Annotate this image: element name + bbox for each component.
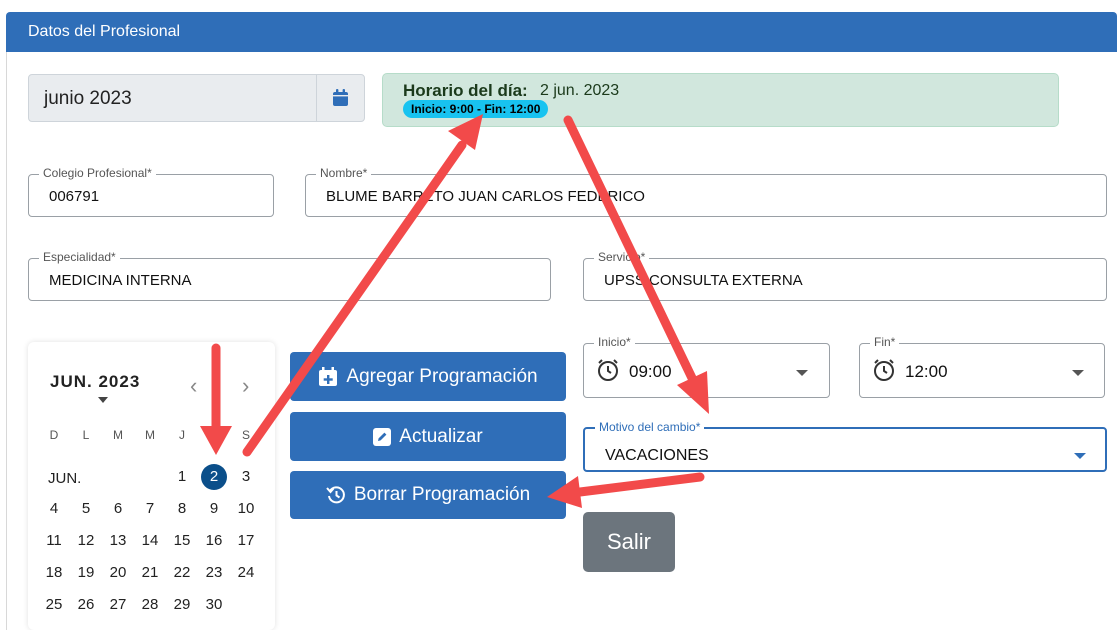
colegio-field[interactable]: Colegio Profesional* 006791 [28,166,274,217]
calendar-day[interactable]: 12 [73,528,99,554]
calendar-next-button[interactable]: › [242,375,249,397]
calendar-day[interactable]: 10 [233,496,259,522]
clock-icon [598,359,618,381]
calendar-day-selected[interactable]: 2 [201,464,227,490]
motivo-select[interactable]: Motivo del cambio* VACACIONES [583,420,1107,472]
month-picker[interactable]: junio 2023 [28,74,365,122]
schedule-hours-badge: Inicio: 9:00 - Fin: 12:00 [403,100,549,118]
calendar-day[interactable]: 26 [73,592,99,618]
calendar-day[interactable]: 4 [41,496,67,522]
calendar-day[interactable]: 18 [41,560,67,586]
calendar-day[interactable]: 28 [137,592,163,618]
motivo-label: Motivo del cambio* [595,420,705,434]
weekday-label: D [49,428,59,442]
schedule-date: 2 jun. 2023 [540,82,620,99]
nombre-value: BLUME BARRETO JUAN CARLOS FEDERICO [326,188,645,205]
weekday-label: M [145,428,155,442]
calendar-day[interactable]: 19 [73,560,99,586]
month-picker-button[interactable] [316,75,364,121]
weekday-label: V [209,428,218,442]
chevron-down-icon [1072,370,1084,376]
clock-icon [874,359,894,381]
calendar-day[interactable]: 6 [105,496,131,522]
delete-schedule-button[interactable]: Borrar Programación [290,471,566,519]
calendar-day[interactable]: 16 [201,528,227,554]
calendar-day[interactable]: 1 [169,464,195,490]
form-header-title: Datos del Profesional [28,23,181,40]
exit-label: Salir [606,529,651,554]
calendar-day[interactable]: 14 [137,528,163,554]
exit-button[interactable]: Salir [583,512,675,572]
motivo-value: VACACIONES [605,447,709,464]
delete-schedule-label: Borrar Programación [353,484,531,505]
fin-label: Fin* [870,335,900,349]
calendar-day[interactable]: 9 [201,496,227,522]
calendar-day[interactable]: 8 [169,496,195,522]
calendar-day[interactable]: 3 [233,464,259,490]
servicio-value: UPSS CONSULTA EXTERNA [604,272,803,289]
especialidad-value: MEDICINA INTERNA [49,272,192,289]
calendar-day[interactable]: 11 [41,528,67,554]
calendar-plus-icon [319,366,338,386]
calendar-day[interactable]: 17 [233,528,259,554]
inicio-select[interactable]: Inicio* 09:00 [583,335,830,398]
calendar-caret-icon[interactable] [98,397,108,403]
weekday-label: M [113,428,123,442]
calendar-day[interactable]: 30 [201,592,227,618]
nombre-label: Nombre* [316,166,372,180]
history-icon [326,486,345,504]
calendar-day[interactable]: 22 [169,560,195,586]
servicio-label: Servicio* [594,250,650,264]
chevron-down-icon [1074,453,1086,459]
calendar-day[interactable]: 25 [41,592,67,618]
colegio-value: 006791 [49,188,100,205]
nombre-field[interactable]: Nombre* BLUME BARRETO JUAN CARLOS FEDERI… [305,166,1107,217]
calendar-month-label: JUN. [48,470,82,487]
calendar-day[interactable]: 23 [201,560,227,586]
inicio-label: Inicio* [594,335,635,349]
calendar-day[interactable]: 13 [105,528,131,554]
especialidad-field[interactable]: Especialidad* MEDICINA INTERNA [28,250,551,301]
calendar-day[interactable]: 29 [169,592,195,618]
colegio-label: Colegio Profesional* [39,166,156,180]
calendar-day[interactable]: 20 [105,560,131,586]
update-button[interactable]: Actualizar [290,412,566,461]
especialidad-label: Especialidad* [39,250,120,264]
schedule-info: Horario del día: 2 jun. 2023 Inicio: 9:0… [382,73,1059,127]
calendar-day[interactable]: 27 [105,592,131,618]
calendar-day[interactable]: 24 [233,560,259,586]
calendar-day[interactable]: 7 [137,496,163,522]
calendar-title[interactable]: JUN. 2023 [50,372,140,392]
calendar: JUN. 2023 ‹ › D L M M J V S JUN. 1 2 3 4… [28,342,275,630]
form-header: Datos del Profesional [6,12,1117,52]
calendar-day[interactable]: 21 [137,560,163,586]
weekday-label: J [179,428,185,442]
fin-value: 12:00 [905,362,948,381]
fin-select[interactable]: Fin* 12:00 [859,335,1105,398]
edit-icon [373,427,392,446]
update-label: Actualizar [399,425,483,447]
servicio-field[interactable]: Servicio* UPSS CONSULTA EXTERNA [583,250,1107,301]
add-schedule-label: Agregar Programación [346,365,538,387]
weekday-label: L [82,428,90,442]
schedule-label: Horario del día: [403,81,528,100]
weekday-label: S [241,428,250,442]
inicio-value: 09:00 [629,362,672,381]
month-picker-value: junio 2023 [44,88,132,109]
calendar-day[interactable]: 5 [73,496,99,522]
calendar-prev-button[interactable]: ‹ [190,375,197,397]
add-schedule-button[interactable]: Agregar Programación [290,352,566,401]
chevron-down-icon [796,370,808,376]
calendar-day[interactable]: 15 [169,528,195,554]
calendar-icon [333,89,348,106]
